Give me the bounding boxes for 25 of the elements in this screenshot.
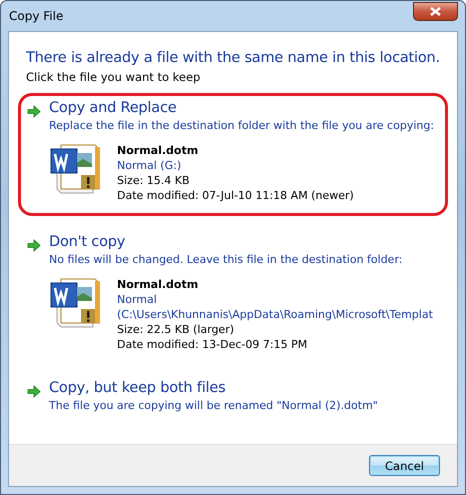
option-description: Replace the file in the destination folder with the file you are copying: bbox=[49, 119, 436, 132]
file-location: Normal bbox=[117, 292, 158, 307]
arrow-icon bbox=[27, 239, 41, 252]
option-link[interactable]: Copy and Replace bbox=[49, 100, 437, 118]
arrow-icon bbox=[27, 105, 41, 118]
option-link[interactable]: Copy, but keep both files bbox=[49, 380, 437, 398]
dialog-heading: There is already a file with the same name in this location. bbox=[26, 50, 441, 66]
file-location: Normal (G:) bbox=[117, 158, 182, 173]
instruction-text: Click the file you want to keep bbox=[26, 70, 202, 84]
file-date: Date modified: 07-Jul-10 11:18 AM (newer) bbox=[117, 188, 354, 203]
file-size: Size: 15.4 KB bbox=[117, 173, 191, 188]
file-name: Normal.dotm bbox=[117, 143, 200, 158]
option-description: The file you are copying will be renamed "Normal (2).dotm" bbox=[49, 399, 379, 412]
file-name: Normal.dotm bbox=[117, 277, 200, 292]
file-size: Size: 22.5 KB (larger) bbox=[117, 322, 236, 337]
window-title: Copy File bbox=[8, 9, 64, 23]
close-button[interactable] bbox=[413, 2, 458, 20]
file-location: (C:\Users\Khunnanis\AppData\Roaming\Microsoft\Templat bbox=[117, 307, 433, 322]
cancel-button[interactable]: Cancel bbox=[369, 455, 440, 476]
option-link[interactable]: Don't copy bbox=[49, 234, 437, 252]
arrow-icon bbox=[27, 385, 41, 398]
option-description: No files will be changed. Leave this file in the destination folder: bbox=[49, 253, 404, 266]
file-date: Date modified: 13-Dec-09 7:15 PM bbox=[117, 337, 308, 352]
highlighted-option[interactable]: Copy and Replace Replace the file in the destination folder with the file you are copying: Normal.dotm Normal (G:) Size: 15.4 KB Date modified: 07-Jul-10 11:18 AM (newer) bbox=[18, 93, 448, 216]
close-icon bbox=[430, 6, 441, 16]
